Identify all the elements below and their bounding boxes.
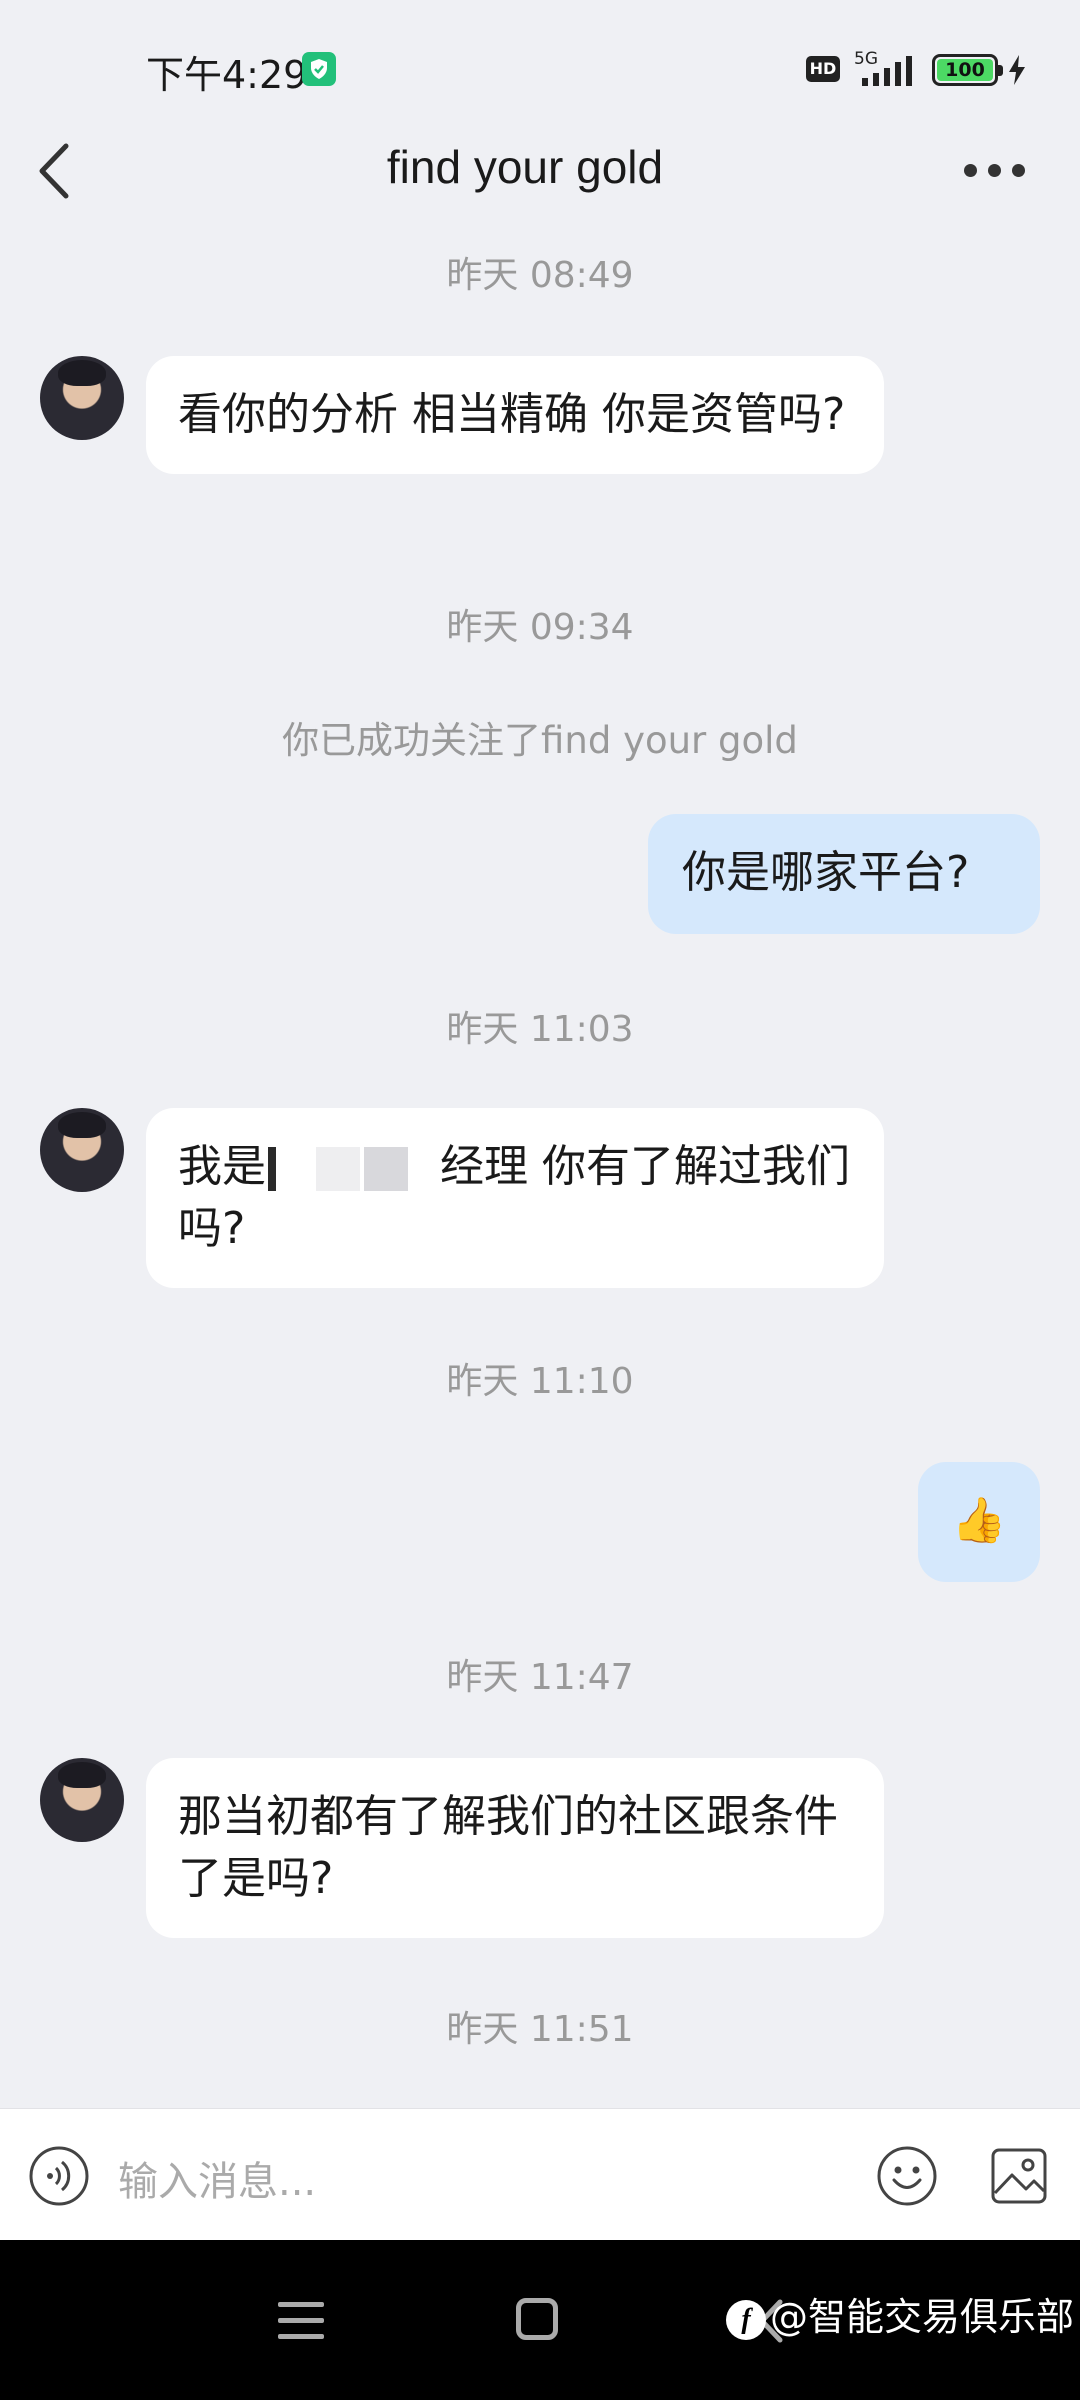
hd-badge: HD	[806, 56, 840, 82]
voice-input-icon[interactable]	[28, 2145, 90, 2207]
watermark-logo: f	[726, 2299, 766, 2340]
status-bar: 下午4:29 HD 5G 100	[0, 0, 1080, 140]
redacted-block	[268, 1147, 276, 1191]
watermark: f @智能交易俱乐部	[726, 2286, 1074, 2341]
message-text-prefix: 我是	[178, 1141, 266, 1192]
shield-icon	[302, 52, 336, 86]
incoming-message[interactable]: 看你的分析 相当精确 你是资管吗?	[146, 356, 884, 474]
message-input-bar: 输入消息...	[0, 2108, 1080, 2240]
incoming-message[interactable]: 那当初都有了解我们的社区跟条件了是吗?	[146, 1758, 884, 1938]
charging-icon	[1009, 55, 1025, 85]
watermark-text: @智能交易俱乐部	[770, 2295, 1075, 2339]
chat-title: find your gold	[386, 141, 664, 193]
signal-5g-icon: 5G	[854, 49, 912, 86]
redacted-block	[316, 1147, 360, 1191]
outgoing-message-thumbs-up[interactable]: 👍	[918, 1462, 1040, 1582]
avatar[interactable]	[40, 1758, 124, 1842]
timestamp: 昨天 11:51	[446, 2009, 634, 2050]
timestamp: 昨天 11:10	[446, 1361, 634, 1402]
system-message: 你已成功关注了find your gold	[282, 719, 798, 762]
more-options-icon[interactable]	[960, 150, 1030, 190]
image-picker-icon[interactable]	[990, 2147, 1048, 2205]
home-icon[interactable]	[516, 2298, 558, 2340]
avatar[interactable]	[40, 1108, 124, 1192]
redacted-block	[364, 1147, 408, 1191]
timestamp: 昨天 08:49	[446, 255, 634, 296]
timestamp: 昨天 09:34	[446, 607, 634, 648]
message-text-suffix: 经理 你有了解过我们吗?	[178, 1141, 850, 1254]
emoji-icon[interactable]	[876, 2145, 938, 2207]
timestamp: 昨天 11:03	[446, 1009, 634, 1050]
timestamp: 昨天 11:47	[446, 1657, 634, 1698]
outgoing-message[interactable]: 你是哪家平台?	[648, 814, 1040, 934]
message-input[interactable]: 输入消息...	[118, 2149, 316, 2207]
system-nav-bar: f @智能交易俱乐部	[0, 2240, 1080, 2400]
incoming-message[interactable]: 我是 经理 你有了解过我们吗?	[146, 1108, 884, 1288]
avatar[interactable]	[40, 356, 124, 440]
status-time: 下午4:29	[146, 53, 308, 97]
battery-level: 100	[937, 59, 993, 81]
network-label: 5G	[854, 49, 878, 69]
battery-icon: 100	[932, 54, 1003, 86]
recent-apps-icon[interactable]	[278, 2302, 324, 2340]
